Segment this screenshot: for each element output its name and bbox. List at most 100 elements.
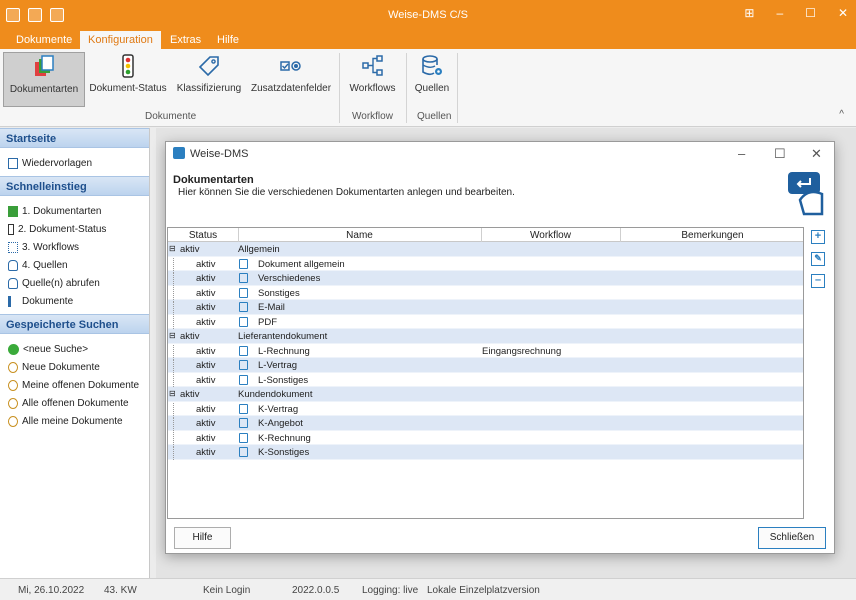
- dialog-minimize-button[interactable]: –: [738, 146, 745, 161]
- table-row[interactable]: aktiv K-Angebot: [168, 416, 803, 431]
- collapse-toggle-icon[interactable]: ⊟: [169, 244, 176, 253]
- ribbon-zusatzdatenfelder-button[interactable]: Zusatzdatenfelder: [248, 52, 334, 107]
- cell-status: aktiv: [196, 316, 216, 328]
- window-controls: ⊞ – ☐ ✕: [744, 6, 848, 20]
- sidebar-item-neue-suche[interactable]: <neue Suche>: [0, 340, 149, 358]
- cell-status: aktiv: [196, 345, 216, 357]
- cell-name: K-Vertrag: [258, 403, 299, 415]
- collapse-toggle-icon[interactable]: ⊟: [169, 331, 176, 340]
- document-types-grid[interactable]: Status Name Workflow Bemerkungen ⊟ aktiv A…: [167, 227, 804, 519]
- checkbox-radio-icon: [280, 61, 301, 71]
- cell-status: aktiv: [196, 273, 216, 284]
- document-icon: [239, 360, 248, 370]
- database-gear-icon: [422, 55, 442, 76]
- table-row[interactable]: aktiv K-Rechnung: [168, 431, 803, 445]
- collapse-ribbon-icon[interactable]: ^: [839, 109, 844, 120]
- cell-name: Verschiedenes: [258, 273, 321, 284]
- sidebar-item-quellen[interactable]: 4. Quellen: [0, 256, 149, 274]
- column-header-status[interactable]: Status: [168, 230, 238, 241]
- cell-name: L-Sonstiges: [258, 374, 309, 386]
- column-header-name[interactable]: Name: [238, 230, 481, 241]
- sidebar-item-dokument-status[interactable]: 2. Dokument-Status: [0, 220, 149, 238]
- dokumentarten-dialog: Weise-DMS – ☐ ✕ Dokumentarten Hier könne…: [165, 141, 835, 554]
- minimize-button[interactable]: –: [776, 6, 783, 20]
- sidebar-header-gespeicherte-suchen[interactable]: Gespeicherte Suchen: [0, 314, 149, 334]
- add-icon[interactable]: +: [811, 230, 825, 244]
- tree-line: [173, 315, 174, 329]
- group-row[interactable]: ⊟ aktiv Lieferantendokument: [168, 329, 803, 344]
- tree-line: [173, 446, 174, 460]
- sidebar-item-alle-meine[interactable]: Alle meine Dokumente: [0, 412, 149, 430]
- sidebar-item-neue-dokumente[interactable]: Neue Dokumente: [0, 358, 149, 376]
- table-row[interactable]: aktiv L-Vertrag: [168, 358, 803, 373]
- table-row[interactable]: aktiv PDF: [168, 315, 803, 329]
- ribbon-group-workflow: Workflow: [352, 111, 393, 122]
- column-header-bemerkungen[interactable]: Bemerkungen: [620, 230, 803, 241]
- sidebar: Startseite Wiedervorlagen Schnelleinstie…: [0, 128, 150, 578]
- close-button[interactable]: ✕: [838, 6, 848, 20]
- sidebar-item-alle-offenen[interactable]: Alle offenen Dokumente: [0, 394, 149, 412]
- document-icon: [239, 316, 248, 327]
- table-row[interactable]: aktiv K-Vertrag: [168, 402, 803, 416]
- workflow-icon: [361, 55, 383, 76]
- menu-extras[interactable]: Extras: [170, 34, 201, 46]
- maximize-button[interactable]: ☐: [805, 6, 816, 20]
- sidebar-item-workflows[interactable]: 3. Workflows: [0, 238, 149, 256]
- sidebar-item-wiedervorlagen[interactable]: Wiedervorlagen: [0, 154, 149, 172]
- cell-status: aktiv: [196, 418, 216, 429]
- ribbon-workflows-button[interactable]: Workflows: [345, 52, 400, 107]
- grid-rows: ⊟ aktiv Allgemein aktiv Dokument allgemein ak…: [168, 242, 803, 460]
- table-row[interactable]: aktiv K-Sonstiges: [168, 445, 803, 460]
- edit-icon[interactable]: ✎: [811, 252, 825, 266]
- collapse-toggle-icon[interactable]: ⊟: [169, 389, 176, 398]
- sidebar-item-meine-offenen[interactable]: Meine offenen Dokumente: [0, 376, 149, 394]
- dialog-maximize-button[interactable]: ☐: [774, 146, 786, 162]
- sidebar-item-dokumente[interactable]: Dokumente: [0, 292, 149, 310]
- cell-status: aktiv: [196, 360, 216, 371]
- table-row[interactable]: aktiv L-Sonstiges: [168, 373, 803, 387]
- ribbon-klassifizierung-button[interactable]: Klassifizierung: [173, 52, 245, 107]
- table-row[interactable]: aktiv Verschiedenes: [168, 271, 803, 286]
- sidebar-item-dokumentarten[interactable]: 1. Dokumentarten: [0, 202, 149, 220]
- add-circle-icon: [8, 343, 19, 355]
- cell-status: aktiv: [196, 447, 216, 458]
- dialog-close-button[interactable]: ✕: [811, 146, 822, 162]
- cell-name: L-Vertrag: [258, 360, 298, 371]
- table-row[interactable]: aktiv L-Rechnung Eingangsrechnung: [168, 344, 803, 358]
- ribbon-group-dokumente: Dokumente: [145, 111, 197, 122]
- menu-hilfe[interactable]: Hilfe: [217, 34, 239, 46]
- tag-icon: [198, 56, 219, 77]
- ribbon-quellen-button[interactable]: Quellen: [411, 52, 453, 107]
- dialog-subtitle: Hier können Sie die verschiedenen Dokume…: [178, 187, 515, 198]
- group-row[interactable]: ⊟ aktiv Allgemein: [168, 242, 803, 257]
- sidebar-header-startseite[interactable]: Startseite: [0, 128, 149, 148]
- document-icon: [239, 345, 248, 356]
- close-dialog-button[interactable]: Schließen: [758, 527, 826, 549]
- table-row[interactable]: aktiv Dokument allgemein: [168, 257, 803, 271]
- column-header-workflow[interactable]: Workflow: [481, 230, 620, 241]
- status-version: 2022.0.0.5: [292, 585, 340, 596]
- table-row[interactable]: aktiv E-Mail: [168, 300, 803, 315]
- document-icon: [239, 287, 248, 298]
- table-row[interactable]: aktiv Sonstiges: [168, 286, 803, 300]
- cell-status: aktiv: [196, 403, 216, 415]
- database-icon: [8, 259, 18, 271]
- help-button[interactable]: Hilfe: [174, 527, 231, 549]
- title-bar: Weise-DMS C/S ⊞ – ☐ ✕: [0, 0, 856, 31]
- group-row[interactable]: ⊟ aktiv Kundendokument: [168, 387, 803, 402]
- remove-icon[interactable]: –: [811, 274, 825, 288]
- cell-status: aktiv: [180, 244, 200, 255]
- cell-status: aktiv: [196, 302, 216, 313]
- ribbon-dokument-status-button[interactable]: Dokument-Status: [89, 52, 167, 107]
- search-icon: [8, 379, 18, 391]
- ribbon-dokumentarten-button[interactable]: Dokumentarten: [3, 52, 85, 107]
- restore-layout-icon[interactable]: ⊞: [744, 6, 754, 20]
- cell-name: K-Sonstiges: [258, 447, 310, 458]
- document-icon: [239, 418, 248, 428]
- sidebar-header-schnelleinstieg[interactable]: Schnelleinstieg: [0, 176, 149, 196]
- sidebar-item-quellen-abrufen[interactable]: Quelle(n) abrufen: [0, 274, 149, 292]
- menu-dokumente[interactable]: Dokumente: [16, 34, 72, 46]
- ribbon: Dokumentarten Dokument-Status Klassifizi…: [0, 49, 856, 127]
- cell-status: aktiv: [196, 432, 216, 444]
- menu-konfiguration[interactable]: Konfiguration: [80, 31, 161, 49]
